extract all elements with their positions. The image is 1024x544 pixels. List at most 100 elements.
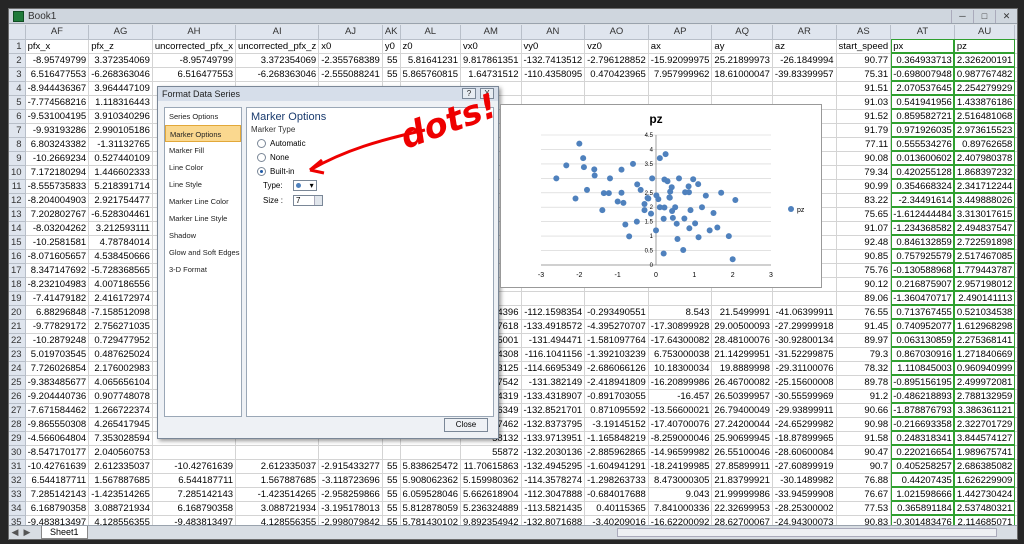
cell[interactable]: 0.477 bbox=[1014, 165, 1017, 180]
cell[interactable]: -1.331 bbox=[1014, 291, 1017, 306]
cell[interactable]: 91.52 bbox=[836, 109, 892, 124]
cell[interactable]: -2.555088241 bbox=[318, 67, 383, 82]
cell[interactable] bbox=[772, 81, 837, 96]
cell[interactable]: -0.486218893 bbox=[890, 389, 955, 404]
row-header[interactable]: 8 bbox=[9, 137, 26, 152]
cell[interactable]: 0.098 bbox=[1014, 333, 1017, 348]
cell[interactable] bbox=[152, 445, 237, 460]
cell[interactable]: 21.83799921 bbox=[711, 473, 773, 488]
cell[interactable]: 55 bbox=[382, 459, 401, 474]
cell[interactable]: 2.686385082 bbox=[954, 459, 1016, 474]
cell[interactable]: -9.865550308 bbox=[25, 417, 90, 432]
cell[interactable]: -2.326 bbox=[1014, 193, 1017, 208]
cell[interactable]: 83.22 bbox=[836, 193, 892, 208]
cell[interactable]: -1.423514265 bbox=[235, 487, 320, 502]
cell[interactable]: 0.884 bbox=[1014, 235, 1017, 250]
cell[interactable]: y0 bbox=[382, 39, 401, 54]
cell[interactable]: 7.957999962 bbox=[648, 67, 713, 82]
cell[interactable]: -133.4918572 bbox=[521, 319, 586, 334]
column-header[interactable]: AN bbox=[521, 25, 586, 40]
cell[interactable]: -3.19145152 bbox=[584, 417, 649, 432]
cell[interactable]: 1.626229909 bbox=[954, 473, 1016, 488]
nav-item[interactable]: Shadow bbox=[165, 227, 241, 244]
cell[interactable]: -8.547170177 bbox=[25, 445, 90, 460]
cell[interactable]: 2.490141113 bbox=[954, 291, 1016, 306]
cell[interactable]: 2.070537645 bbox=[890, 81, 955, 96]
cell[interactable]: -1.31132765 bbox=[88, 137, 153, 152]
row-header[interactable]: 20 bbox=[9, 305, 26, 320]
cell[interactable]: -3.195178013 bbox=[318, 501, 383, 516]
select-all-corner[interactable] bbox=[9, 25, 26, 40]
row-header[interactable]: 14 bbox=[9, 221, 26, 236]
cell[interactable]: 5.218391714 bbox=[88, 179, 153, 194]
cell[interactable]: 6.059528046 bbox=[400, 487, 462, 502]
cell[interactable]: 28.48100076 bbox=[711, 333, 773, 348]
cell[interactable]: 0.987767482 bbox=[954, 67, 1016, 82]
cell[interactable]: 91.45 bbox=[836, 319, 892, 334]
cell[interactable]: -0.684017688 bbox=[584, 487, 649, 502]
cell[interactable] bbox=[772, 291, 837, 306]
column-header[interactable]: AT bbox=[890, 25, 955, 40]
cell[interactable]: -13.56600021 bbox=[648, 403, 713, 418]
cell[interactable]: 75.31 bbox=[836, 67, 892, 82]
cell[interactable]: 78.32 bbox=[836, 361, 892, 376]
cell[interactable]: 0.859582721 bbox=[890, 109, 955, 124]
cell[interactable]: 2.612335037 bbox=[88, 459, 153, 474]
cell[interactable]: 3.313017615 bbox=[954, 207, 1016, 222]
cell[interactable]: -2.686066126 bbox=[584, 361, 649, 376]
cell[interactable]: 2.957198012 bbox=[954, 277, 1016, 292]
cell[interactable]: -7.41479182 bbox=[25, 291, 90, 306]
cell[interactable]: 89.78 bbox=[836, 375, 892, 390]
row-header[interactable]: 16 bbox=[9, 249, 26, 264]
cell[interactable]: -27.29999918 bbox=[772, 319, 837, 334]
radio-icon[interactable] bbox=[257, 153, 266, 162]
cell[interactable]: 55872 bbox=[460, 445, 522, 460]
cell[interactable]: 6.516477553 bbox=[25, 67, 90, 82]
cell[interactable]: 1.989675741 bbox=[954, 445, 1016, 460]
cell[interactable]: -8.232104983 bbox=[25, 277, 90, 292]
cell[interactable]: 2.722591898 bbox=[954, 235, 1016, 250]
cell[interactable]: 21.5499991 bbox=[711, 305, 773, 320]
cell[interactable]: -3.118723696 bbox=[318, 473, 383, 488]
cell[interactable]: 0.541941956 bbox=[890, 95, 955, 110]
cell[interactable]: 0.29 bbox=[1014, 431, 1017, 446]
column-header[interactable]: AO bbox=[584, 25, 649, 40]
cell[interactable]: -24.65299982 bbox=[772, 417, 837, 432]
cell[interactable]: 55 bbox=[382, 501, 401, 516]
cell[interactable]: 6.168790358 bbox=[152, 501, 237, 516]
cell[interactable]: 0.871095592 bbox=[584, 403, 649, 418]
cell[interactable]: 3.449888026 bbox=[954, 193, 1016, 208]
cell[interactable]: 22.32699953 bbox=[711, 501, 773, 516]
row-header[interactable]: 33 bbox=[9, 487, 26, 502]
cell[interactable]: 89.06 bbox=[836, 291, 892, 306]
row-header[interactable]: 5 bbox=[9, 95, 26, 110]
cell[interactable] bbox=[584, 81, 649, 96]
cell[interactable]: 90.08 bbox=[836, 151, 892, 166]
row-header[interactable]: 27 bbox=[9, 403, 26, 418]
cell[interactable]: pz bbox=[954, 39, 1016, 54]
cell[interactable]: 2.499972081 bbox=[954, 375, 1016, 390]
cell[interactable]: 0.354668324 bbox=[890, 179, 955, 194]
cell[interactable]: 2.254279929 bbox=[954, 81, 1016, 96]
cell[interactable] bbox=[711, 81, 773, 96]
cell[interactable]: 77.11 bbox=[836, 137, 892, 152]
cell[interactable]: -30.92800134 bbox=[772, 333, 837, 348]
row-header[interactable]: 25 bbox=[9, 375, 26, 390]
cell[interactable]: 5.812878059 bbox=[400, 501, 462, 516]
nav-item[interactable]: Glow and Soft Edges bbox=[165, 244, 241, 261]
cell[interactable]: -1.165848219 bbox=[584, 431, 649, 446]
radio-icon[interactable] bbox=[257, 139, 266, 148]
cell[interactable]: 5.159980362 bbox=[460, 473, 522, 488]
cell[interactable]: -133.4318907 bbox=[521, 389, 586, 404]
cell[interactable]: -112.3047888 bbox=[521, 487, 586, 502]
column-header[interactable]: AQ bbox=[711, 25, 773, 40]
cell[interactable]: 1.446602333 bbox=[88, 165, 153, 180]
column-header[interactable]: AF bbox=[25, 25, 90, 40]
cell[interactable]: 0.971926035 bbox=[890, 123, 955, 138]
cell[interactable]: -8.95749799 bbox=[25, 53, 90, 68]
cell[interactable]: 91.58 bbox=[836, 431, 892, 446]
cell[interactable]: uncorrected_pfx_x bbox=[152, 39, 237, 54]
cell[interactable]: -9.531004195 bbox=[25, 109, 90, 124]
column-header[interactable]: AK bbox=[382, 25, 401, 40]
cell[interactable]: az bbox=[772, 39, 837, 54]
